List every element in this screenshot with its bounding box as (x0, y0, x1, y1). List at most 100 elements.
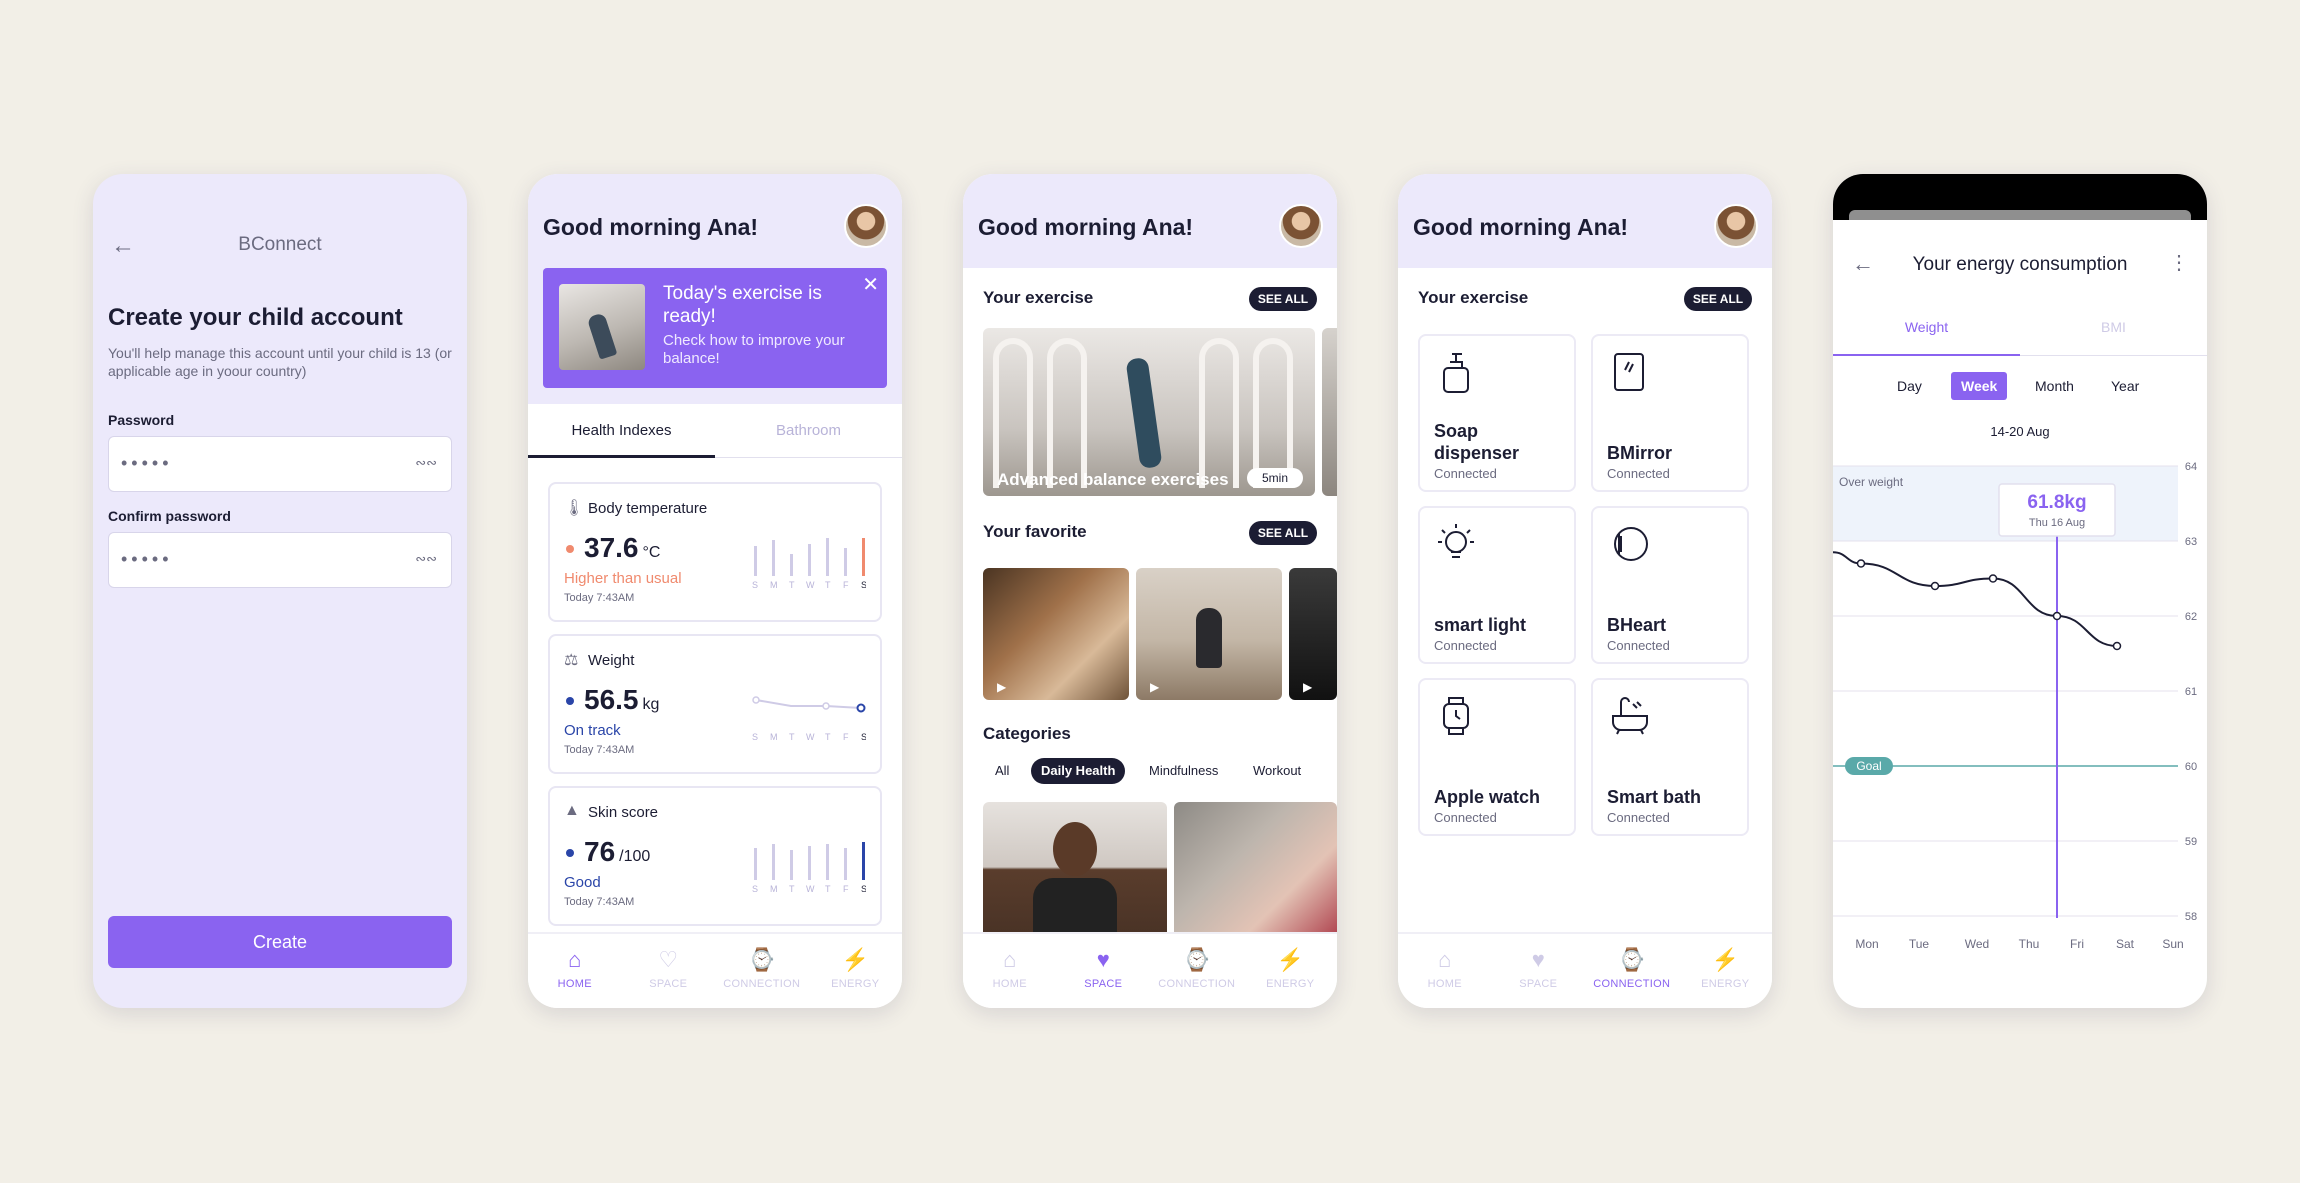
svg-text:T: T (825, 580, 831, 590)
next-exercise-card[interactable] (1322, 328, 1337, 496)
period-day[interactable]: Day (1897, 372, 1922, 400)
weight-card[interactable]: ⚖ Weight 56.5 kg On track Today 7:43AM S M… (548, 634, 882, 774)
svg-text:T: T (789, 884, 795, 894)
nav-home[interactable]: ⌂ HOME (1398, 948, 1492, 991)
nav-connection[interactable]: ⌚ CONNECTION (715, 948, 809, 991)
exercise-banner[interactable]: Today's exercise is ready! Check how to … (543, 268, 887, 388)
category-mindfulness[interactable]: Mindfulness (1149, 758, 1218, 784)
favorite-item[interactable]: ▶ (1289, 568, 1337, 700)
device-bmirror[interactable]: BMirror Connected (1591, 334, 1749, 492)
nav-energy[interactable]: ⚡ ENERGY (1679, 948, 1773, 991)
nav-energy[interactable]: ⚡ ENERGY (809, 947, 903, 991)
page-title: Create your child account (108, 304, 403, 331)
bottom-navigation: ⌂ HOME ♥ SPACE ⌚ CONNECTION ⚡ ENERGY (1398, 932, 1772, 1008)
password-label: Password (108, 412, 175, 428)
data-point[interactable] (1930, 581, 1940, 591)
x-tick-label: Sat (2116, 937, 2135, 951)
category-workout[interactable]: Workout (1253, 758, 1301, 784)
y-tick-label: 58 (2185, 911, 2197, 923)
data-point[interactable] (2112, 641, 2122, 651)
avatar[interactable] (1279, 204, 1323, 248)
category-all[interactable]: All (995, 758, 1009, 784)
see-all-exercise-button[interactable]: SEE ALL (1249, 287, 1317, 311)
nav-space[interactable]: ♡ SPACE (622, 948, 716, 991)
x-tick-label: Sun (2162, 937, 2183, 951)
device-name: BMirror (1607, 443, 1673, 463)
see-all-button[interactable]: SEE ALL (1684, 287, 1752, 311)
nav-space[interactable]: ♥ SPACE (1492, 948, 1586, 991)
header: Good morning Ana! (1398, 174, 1772, 268)
device-soap-dispenser[interactable]: Soap dispenser Connected (1418, 334, 1576, 492)
close-icon[interactable]: ✕ (862, 272, 879, 297)
device-status: Connected (1434, 466, 1497, 481)
eye-closed-icon[interactable]: ∾∾ (415, 551, 437, 567)
confirm-password-field[interactable]: ••••• ∾∾ (108, 532, 452, 588)
tooltip-date: Thu 16 Aug (2029, 517, 2085, 529)
tab-health-indexes[interactable]: Health Indexes (528, 404, 715, 458)
exercise-figure (1125, 357, 1163, 469)
see-all-favorite-button[interactable]: SEE ALL (1249, 521, 1317, 545)
password-field[interactable]: ••••• ∾∾ (108, 436, 452, 492)
card-title: Body temperature (588, 500, 708, 517)
home-icon: ⌂ (568, 947, 582, 972)
energy-icon: ⚡ (841, 947, 869, 972)
category-item[interactable] (1174, 802, 1337, 932)
y-tick-label: 59 (2185, 836, 2197, 848)
nav-space[interactable]: ♥ SPACE (1057, 948, 1151, 991)
period-week[interactable]: Week (1951, 372, 2008, 400)
svg-text:S: S (861, 884, 866, 894)
avatar[interactable] (1714, 204, 1758, 248)
svg-text:S: S (752, 580, 758, 590)
skin-score-card[interactable]: ▲ Skin score 76/100 Good Today 7:43AM S M… (548, 786, 882, 926)
screen-header: ← BConnect (93, 226, 467, 266)
device-apple-watch[interactable]: Apple watch Connected (1418, 678, 1576, 836)
more-vertical-icon[interactable]: ⋮ (2169, 250, 2189, 275)
date-range: 14-20 Aug (1990, 424, 2050, 439)
play-icon: ▶ (997, 680, 1007, 694)
svg-text:W: W (806, 732, 815, 742)
favorite-item[interactable]: ▶ (1136, 568, 1282, 700)
card-value: 56.5 kg (584, 684, 660, 715)
tab-bmi[interactable]: BMI (2020, 306, 2207, 356)
tab-weight[interactable]: Weight (1833, 306, 2020, 356)
exercise-thumbnail (559, 284, 645, 370)
device-status: Connected (1607, 466, 1670, 481)
x-tick-label: Fri (2070, 937, 2084, 951)
data-point[interactable] (2052, 611, 2062, 621)
device-status: Connected (1434, 810, 1497, 825)
tab-bathroom[interactable]: Bathroom (715, 404, 902, 458)
device-smart-light[interactable]: smart light Connected (1418, 506, 1576, 664)
exercise-card[interactable]: Advanced balance exercises 5min (983, 328, 1315, 496)
svg-text:M: M (770, 580, 778, 590)
exercise-section-title: Your exercise (983, 288, 1094, 307)
svg-text:T: T (789, 580, 795, 590)
nav-connection[interactable]: ⌚ CONNECTION (1585, 948, 1679, 991)
data-point[interactable] (1988, 574, 1998, 583)
svg-text:S: S (752, 884, 758, 894)
health-tabs: Health Indexes Bathroom (528, 404, 902, 458)
eye-closed-icon[interactable]: ∾∾ (415, 455, 437, 471)
category-daily-health[interactable]: Daily Health (1031, 758, 1126, 784)
nav-connection[interactable]: ⌚ CONNECTION (1150, 948, 1244, 991)
svg-text:S: S (752, 732, 758, 742)
device-bheart[interactable]: BHeart Connected (1591, 506, 1749, 664)
nav-home[interactable]: ⌂ HOME (528, 947, 622, 991)
x-tick-label: Wed (1965, 937, 1989, 951)
period-year[interactable]: Year (2111, 372, 2139, 400)
card-title: Skin score (588, 804, 659, 821)
nav-energy[interactable]: ⚡ ENERGY (1244, 948, 1338, 991)
body-temperature-card[interactable]: 🌡 Body temperature 37.6 °C Higher than us… (548, 482, 882, 622)
weight-line-chart: SMTWTFS (752, 696, 866, 742)
value-tooltip: 61.8kg Thu 16 Aug (1998, 483, 2116, 537)
create-button[interactable]: Create (108, 916, 452, 968)
period-month[interactable]: Month (2035, 372, 2074, 400)
banner-title: Today's exercise is ready! (663, 283, 822, 327)
light-bulb-icon (1438, 524, 1474, 558)
favorite-item[interactable]: ▶ (983, 568, 1129, 700)
nav-home[interactable]: ⌂ HOME (963, 948, 1057, 991)
avatar[interactable] (844, 204, 888, 248)
y-tick-label: 64 (2185, 461, 2197, 473)
category-item[interactable] (983, 802, 1167, 932)
data-point[interactable] (1856, 559, 1866, 568)
device-smart-bath[interactable]: Smart bath Connected (1591, 678, 1749, 836)
